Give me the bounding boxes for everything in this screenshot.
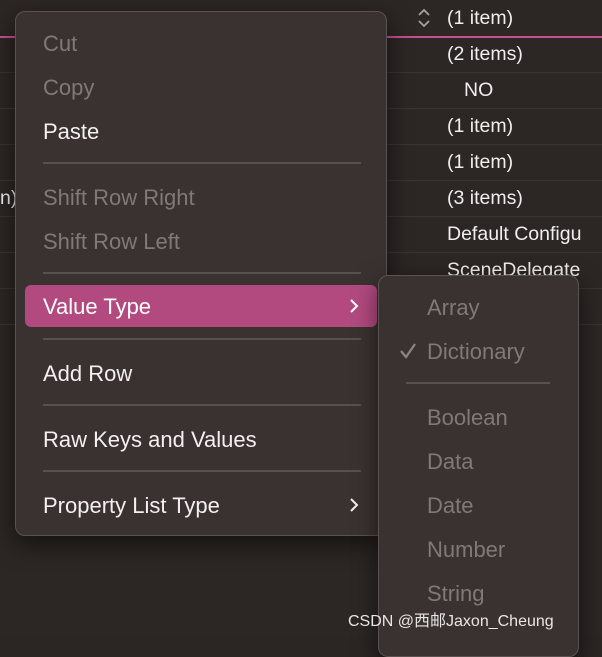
menu-item-label: Property List Type [43, 493, 220, 518]
menu-item-label: Paste [43, 119, 100, 144]
menu-item-raw-keys-and-values[interactable]: Raw Keys and Values [25, 418, 377, 460]
menu-item-label: Raw Keys and Values [43, 427, 257, 452]
submenu-item-label: Date [427, 493, 474, 518]
submenu-item-array[interactable]: Array [387, 286, 570, 328]
submenu-item-label: Array [427, 295, 480, 320]
chevron-right-icon [350, 498, 359, 512]
submenu-item-label: Dictionary [427, 339, 525, 364]
menu-separator [43, 338, 361, 340]
menu-item-label: Cut [43, 31, 78, 56]
row-value: (1 item) [447, 7, 514, 29]
row-value: (1 item) [447, 151, 514, 173]
menu-item-label: Add Row [43, 361, 133, 386]
submenu-item-boolean[interactable]: Boolean [387, 396, 570, 438]
submenu-item-label: Boolean [427, 405, 508, 430]
type-stepper-icon[interactable] [416, 6, 432, 30]
menu-item-shift-row-left[interactable]: Shift Row Left [25, 220, 377, 262]
submenu-item-data[interactable]: Data [387, 440, 570, 482]
menu-item-label: Copy [43, 75, 95, 100]
menu-item-label: Shift Row Right [43, 185, 195, 210]
menu-item-copy[interactable]: Copy [25, 66, 377, 108]
menu-item-label: Value Type [43, 294, 152, 319]
menu-separator [43, 272, 361, 274]
row-value: NO [464, 79, 494, 101]
menu-item-value-type[interactable]: Value Type [25, 285, 377, 327]
menu-item-shift-row-right[interactable]: Shift Row Right [25, 176, 377, 218]
menu-separator [406, 382, 550, 384]
menu-separator [43, 404, 361, 406]
row-value: (2 items) [447, 43, 523, 65]
menu-item-cut[interactable]: Cut [25, 22, 377, 64]
menu-item-label: Shift Row Left [43, 229, 180, 254]
value-type-submenu: Array Dictionary Boolean Data Date Numbe… [378, 275, 579, 657]
row-value: (1 item) [447, 115, 514, 137]
submenu-item-label: Data [427, 449, 474, 474]
context-menu: Cut Copy Paste Shift Row Right Shift Row… [15, 11, 387, 536]
submenu-item-number[interactable]: Number [387, 528, 570, 570]
menu-separator [43, 470, 361, 472]
checkmark-icon [400, 343, 416, 359]
submenu-item-label: String [427, 581, 485, 606]
chevron-right-icon [350, 299, 359, 313]
menu-separator [43, 162, 361, 164]
submenu-item-dictionary[interactable]: Dictionary [387, 330, 570, 372]
menu-item-paste[interactable]: Paste [25, 110, 377, 152]
menu-item-add-row[interactable]: Add Row [25, 352, 377, 394]
submenu-item-date[interactable]: Date [387, 484, 570, 526]
watermark: CSDN @西邮Jaxon_Cheung [348, 613, 554, 630]
row-value: Default Configu [447, 223, 582, 245]
menu-item-property-list-type[interactable]: Property List Type [25, 484, 377, 526]
row-value: (3 items) [447, 187, 523, 209]
submenu-item-label: Number [427, 537, 506, 562]
